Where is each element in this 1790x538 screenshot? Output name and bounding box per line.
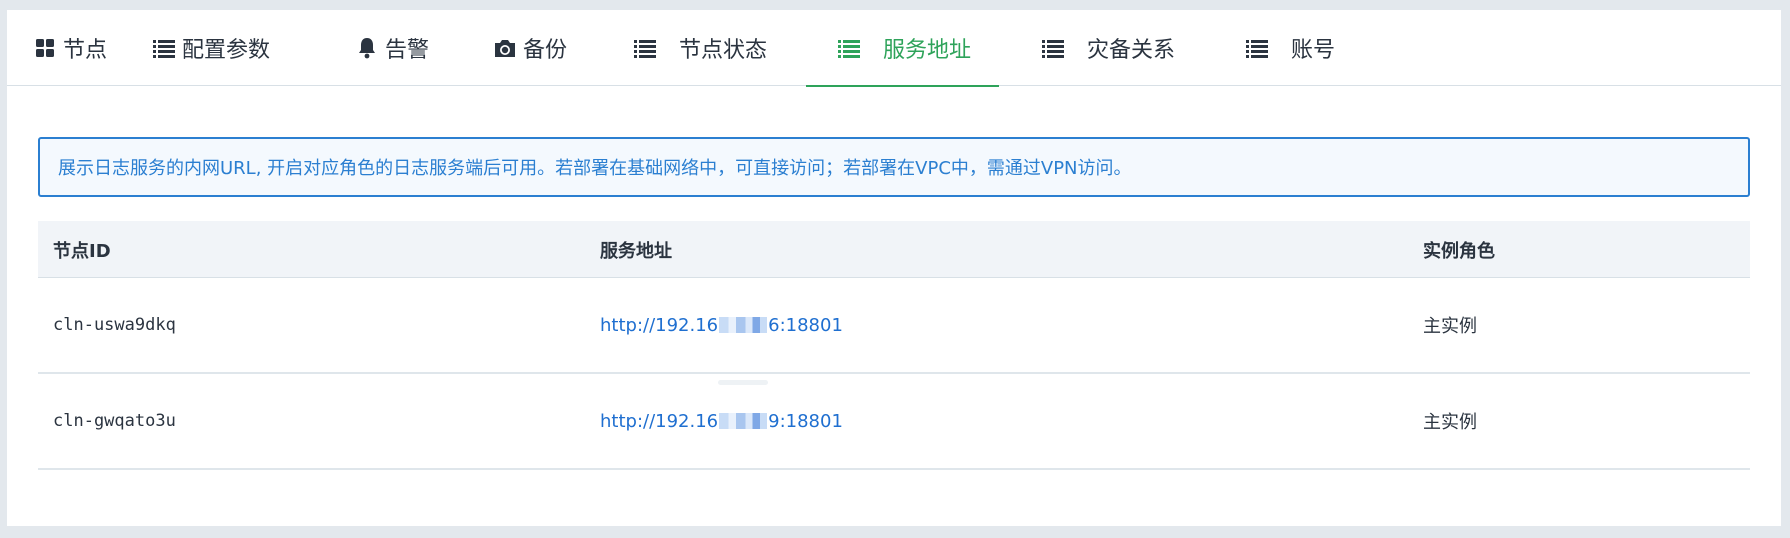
instance-role-cell: 主实例 xyxy=(1423,316,1477,337)
redacted-mask xyxy=(719,317,768,333)
resize-handle[interactable] xyxy=(718,380,768,385)
tab-label: 备份 xyxy=(523,38,568,63)
instance-role-cell: 主实例 xyxy=(1423,412,1477,433)
table-header: 节点ID 服务地址 实例角色 xyxy=(38,221,1750,278)
column-header-instance-role: 实例角色 xyxy=(1423,240,1495,262)
list-icon xyxy=(1041,36,1065,60)
table-row: cln-gwqato3u http://192.16 9:18801 主实例 xyxy=(38,374,1750,470)
content-card: 节点 配置参数 告警 备份 节点状态 服务地址 灾备关系 账号 展示日志服务的内… xyxy=(7,10,1781,526)
info-notice: 展示日志服务的内网URL, 开启对应角色的日志服务端后可用。若部署在基础网络中，… xyxy=(38,137,1750,197)
list-icon xyxy=(152,36,176,60)
tab-backup[interactable]: 备份 xyxy=(493,10,567,86)
tab-label: 配置参数 xyxy=(182,38,271,63)
tab-label: 节点状态 xyxy=(679,38,768,63)
table-row: cln-uswa9dkq http://192.16 6:18801 主实例 xyxy=(38,278,1750,374)
node-id-cell: cln-uswa9dkq xyxy=(53,315,176,335)
service-url-link[interactable]: http://192.16 9:18801 xyxy=(600,374,843,468)
url-prefix: http://192.16 xyxy=(600,314,719,336)
list-icon xyxy=(837,36,861,60)
tab-label: 账号 xyxy=(1291,38,1336,63)
tab-disaster-recovery[interactable]: 灾备关系 xyxy=(1041,10,1175,86)
grid-icon xyxy=(33,36,57,60)
column-header-service-address: 服务地址 xyxy=(600,240,672,262)
tab-label: 节点 xyxy=(63,38,108,63)
url-suffix: 9:18801 xyxy=(768,410,843,432)
column-header-node-id: 节点ID xyxy=(53,240,111,262)
info-notice-text: 展示日志服务的内网URL, 开启对应角色的日志服务端后可用。若部署在基础网络中，… xyxy=(58,158,1132,179)
tab-label: 服务地址 xyxy=(883,38,972,63)
tab-nodes[interactable]: 节点 xyxy=(33,10,107,86)
list-icon xyxy=(1245,36,1269,60)
camera-icon xyxy=(493,36,517,60)
tab-config-params[interactable]: 配置参数 xyxy=(152,10,270,86)
redacted-mask xyxy=(719,413,768,429)
tab-alerts[interactable]: 告警 xyxy=(355,10,429,86)
service-address-table: 节点ID 服务地址 实例角色 cln-uswa9dkq http://192.1… xyxy=(38,221,1750,470)
tab-accounts[interactable]: 账号 xyxy=(1245,10,1335,86)
url-prefix: http://192.16 xyxy=(600,410,719,432)
url-suffix: 6:18801 xyxy=(768,314,843,336)
tab-label: 灾备关系 xyxy=(1087,38,1176,63)
list-icon xyxy=(633,36,657,60)
service-url-link[interactable]: http://192.16 6:18801 xyxy=(600,278,843,372)
tab-bar: 节点 配置参数 告警 备份 节点状态 服务地址 灾备关系 账号 xyxy=(7,10,1781,87)
node-id-cell: cln-gwqato3u xyxy=(53,411,176,431)
bell-icon xyxy=(355,36,379,60)
tab-node-status[interactable]: 节点状态 xyxy=(633,10,767,86)
tab-label: 告警 xyxy=(385,38,430,63)
tab-service-address[interactable]: 服务地址 xyxy=(805,10,1000,87)
